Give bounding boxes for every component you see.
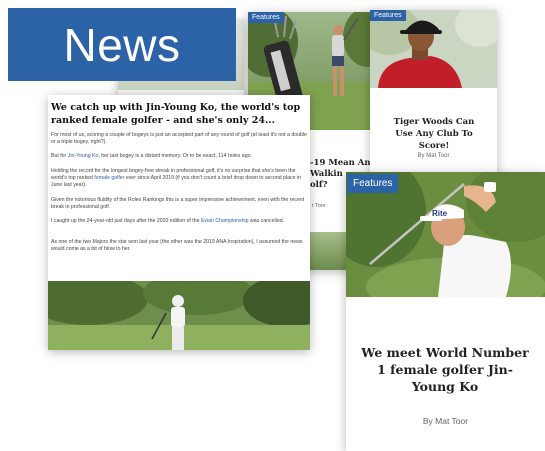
news-banner: News	[8, 8, 236, 81]
news-banner-title: News	[63, 18, 181, 71]
card-jin-young-ko-title[interactable]: We meet World Number 1 female golfer Jin…	[360, 344, 530, 395]
article-page: We catch up with Jin-Young Ko, the world…	[48, 95, 310, 350]
article-paragraph-5: I caught up the 24-year-old just days af…	[51, 218, 285, 224]
article-paragraph-3: Holding the record for the longest bogey…	[51, 168, 301, 189]
article-card-jin-young-ko[interactable]: Rite Features We meet World Number 1 fem…	[346, 172, 545, 451]
article-title: We catch up with Jin-Young Ko, the world…	[51, 102, 301, 126]
article-paragraph-1: For most of us, scoring a couple of boge…	[51, 132, 307, 146]
article-paragraph-2: But for Jin-Young Ko, her last bogey is …	[51, 153, 252, 159]
card-covid-author: t Toor	[312, 203, 326, 209]
card-tiger-author: By Mat Toor	[417, 153, 450, 159]
features-badge[interactable]: Features	[370, 10, 406, 21]
article-image	[48, 281, 310, 350]
card-tiger-image	[370, 10, 497, 88]
article-paragraph-6: As one of the two Majors the star won la…	[51, 239, 303, 253]
features-badge[interactable]: Features	[248, 12, 284, 23]
cap-logo: Rite	[432, 209, 448, 218]
article-paragraph-4: Given the notorious fluidity of the Role…	[51, 197, 305, 211]
evian-championship-link[interactable]: Evian Championship	[201, 218, 249, 224]
golfer-swing-photo	[48, 281, 310, 350]
features-badge[interactable]: Features	[347, 174, 399, 193]
card-jin-young-ko-author: By Mat Toor	[422, 416, 469, 426]
jin-young-ko-link[interactable]: Jin-Young Ko	[68, 153, 99, 159]
card-tiger-title[interactable]: Tiger Woods Can Use Any Club To Score!	[384, 116, 484, 152]
article-card-tiger-woods[interactable]: Features Tiger Woods Can Use Any Club To…	[370, 10, 497, 182]
tiger-woods-photo	[370, 10, 497, 88]
female-golfer-link[interactable]: female golfer	[94, 175, 124, 181]
